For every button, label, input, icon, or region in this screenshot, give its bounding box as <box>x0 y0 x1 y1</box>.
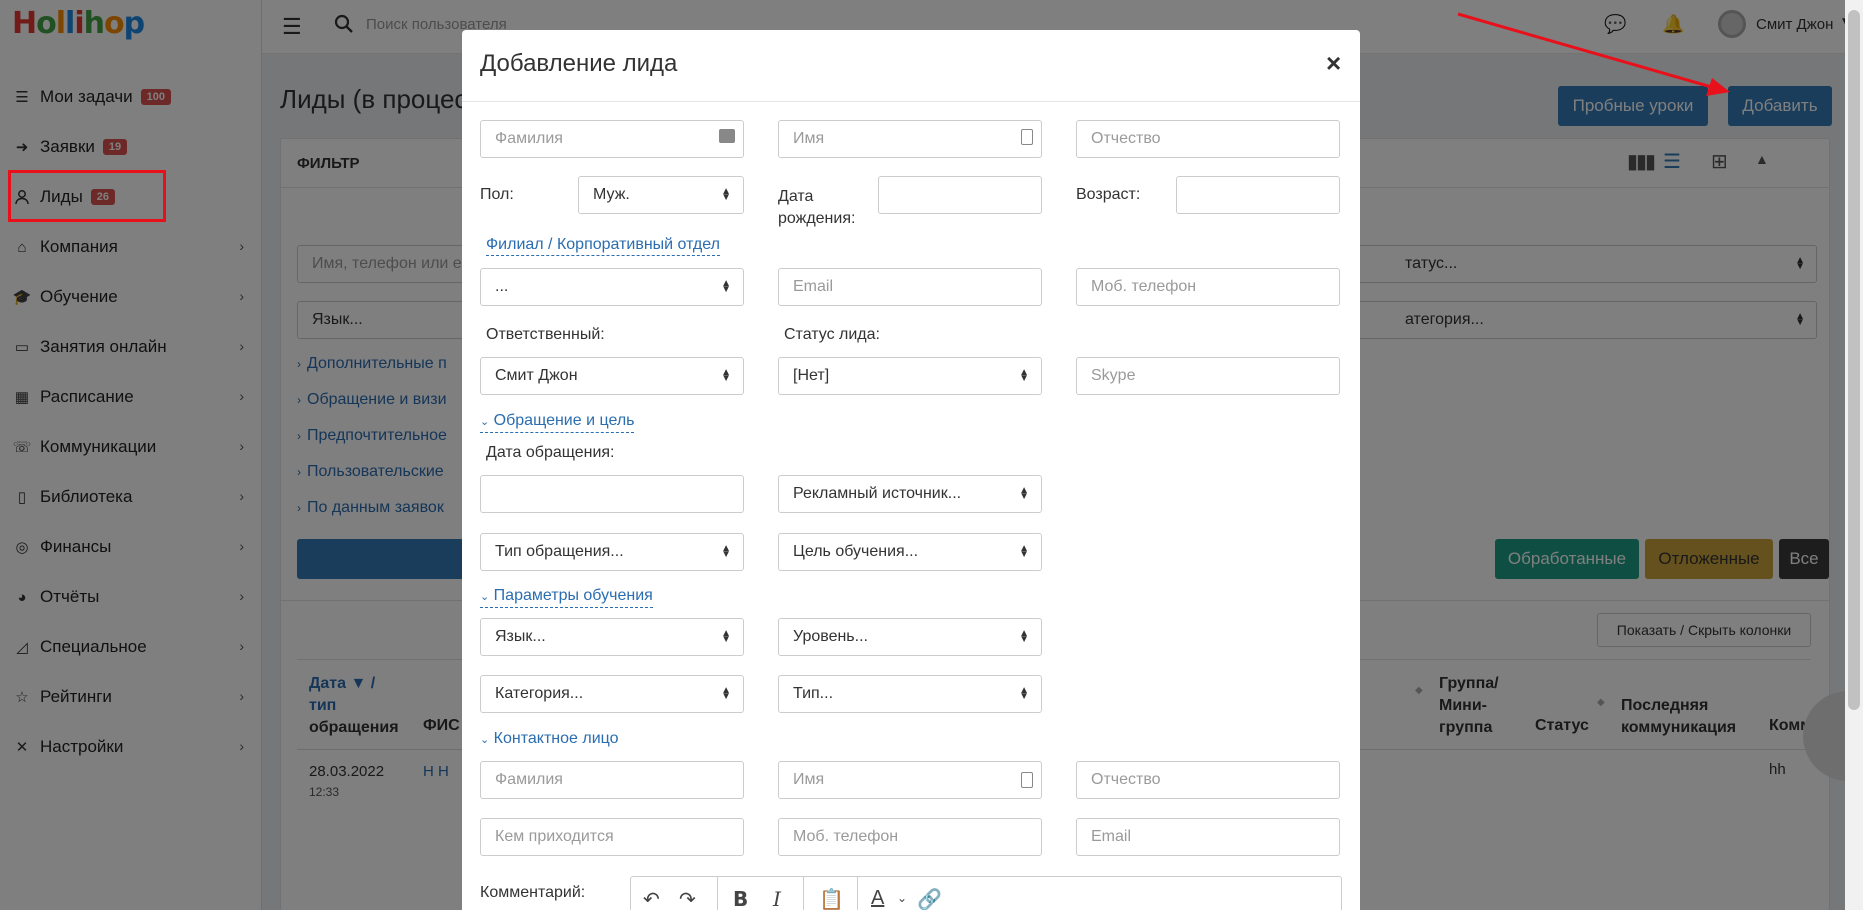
contact-mobile-placeholder: Моб. телефон <box>793 828 899 845</box>
chevron-down-icon[interactable]: ⌄ <box>897 891 907 905</box>
section-params-toggle[interactable]: ⌄ Параметры обучения <box>480 586 653 608</box>
level-select[interactable]: Уровень... ▲ ▼ <box>778 618 1042 656</box>
email-placeholder: Email <box>793 278 834 295</box>
comment-editor-toolbar: ↶ ↷ B I 📋 A ⌄ 🔗 <box>630 876 1342 910</box>
age-input[interactable] <box>1176 176 1340 214</box>
contact-patronymic-placeholder: Отчество <box>1091 771 1161 788</box>
scrollbar-thumb[interactable] <box>1848 10 1860 710</box>
toolbar-separator <box>857 877 858 910</box>
close-icon[interactable]: × <box>1326 48 1341 79</box>
branch-value: ... <box>495 278 509 295</box>
contact-surname-input[interactable]: Фамилия <box>480 761 744 799</box>
contact-surname-placeholder: Фамилия <box>495 771 563 788</box>
section-contact-label: Обращение и цель <box>493 412 635 429</box>
select-arrows-icon: ▲▼ <box>1019 543 1029 560</box>
gender-label: Пол: <box>480 186 514 203</box>
paste-icon[interactable]: 📋 <box>819 887 844 910</box>
branch-link[interactable]: Филиал / Корпоративный отдел <box>486 235 720 256</box>
toolbar-separator <box>803 877 804 910</box>
leads-highlight-annotation <box>8 170 166 222</box>
learning-goal-value: Цель обучения... <box>793 543 919 560</box>
name-input[interactable]: Имя <box>778 120 1042 158</box>
section-params-label: Параметры обучения <box>493 587 653 604</box>
select-arrows-icon: ▲▼ <box>721 628 731 645</box>
patronymic-placeholder: Отчество <box>1091 130 1161 147</box>
gender-value: Муж. <box>593 186 630 203</box>
age-label: Возраст: <box>1076 186 1141 203</box>
italic-icon[interactable]: I <box>773 887 781 910</box>
select-arrows-icon: ▲▼ <box>1019 367 1029 384</box>
contact-email-input[interactable]: Email <box>1076 818 1340 856</box>
contact-relation-input[interactable]: Кем приходится <box>480 818 744 856</box>
annotation-arrow <box>1457 12 1730 96</box>
contact-relation-placeholder: Кем приходится <box>495 828 614 845</box>
undo-icon[interactable]: ↶ <box>643 887 660 910</box>
surname-input[interactable]: Фамилия <box>480 120 744 158</box>
skype-input[interactable]: Skype <box>1076 357 1340 395</box>
text-color-icon[interactable]: A <box>871 887 884 910</box>
responsible-value: Смит Джон <box>495 367 578 384</box>
select-arrows-icon: ▲▼ <box>1019 485 1029 502</box>
level-value: Уровень... <box>793 628 868 645</box>
add-lead-modal: Добавление лида × Фамилия Имя Отчество П… <box>462 30 1360 910</box>
toolbar-separator <box>717 877 718 910</box>
patronymic-input[interactable]: Отчество <box>1076 120 1340 158</box>
ad-source-select[interactable]: Рекламный источник... ▲ ▼ <box>778 475 1042 513</box>
responsible-label: Ответственный: <box>486 326 605 343</box>
contact-name-input[interactable]: Имя <box>778 761 1042 799</box>
language-value: Язык... <box>495 628 546 645</box>
lead-status-label: Статус лида: <box>784 326 880 343</box>
select-arrows-icon: ▲▼ <box>1019 628 1029 645</box>
contact-name-placeholder: Имя <box>793 771 825 788</box>
modal-header: Добавление лида × <box>462 30 1360 102</box>
language-select[interactable]: Язык... ▲ ▼ <box>480 618 744 656</box>
ad-source-value: Рекламный источник... <box>793 485 962 502</box>
responsible-select[interactable]: Смит Джон ▲ ▼ <box>480 357 744 395</box>
select-arrows-icon: ▲▼ <box>721 367 731 384</box>
contact-email-placeholder: Email <box>1091 828 1132 845</box>
category-value: Категория... <box>495 685 584 702</box>
contact-card-icon[interactable] <box>1021 772 1033 788</box>
section-contact-toggle[interactable]: ⌄ Обращение и цель <box>480 411 635 433</box>
birth-date-input[interactable] <box>878 176 1042 214</box>
select-arrows-icon: ▲▼ <box>721 186 731 203</box>
category-select[interactable]: Категория... ▲ ▼ <box>480 675 744 713</box>
link-icon[interactable]: 🔗 <box>917 887 942 910</box>
birth-date-label: Дата рождения: <box>778 188 856 227</box>
contact-date-input[interactable] <box>480 475 744 513</box>
section-contact-person-label: Контактное лицо <box>493 730 619 747</box>
chevron-down-icon: ⌄ <box>480 734 490 746</box>
modal-title: Добавление лида <box>480 50 678 77</box>
lead-status-select[interactable]: [Нет] ▲ ▼ <box>778 357 1042 395</box>
chevron-down-icon: ⌄ <box>480 591 490 603</box>
comment-label: Комментарий: <box>480 884 586 901</box>
select-arrows-icon: ▲▼ <box>1019 685 1029 702</box>
learning-goal-select[interactable]: Цель обучения... ▲ ▼ <box>778 533 1042 571</box>
select-arrows-icon: ▲▼ <box>721 685 731 702</box>
select-arrows-icon: ▲▼ <box>721 543 731 560</box>
contact-date-label: Дата обращения: <box>486 444 615 461</box>
email-input[interactable]: Email <box>778 268 1042 306</box>
gender-select[interactable]: Муж. ▲ ▼ <box>578 176 744 214</box>
branch-select[interactable]: ... ▲ ▼ <box>480 268 744 306</box>
lead-status-value: [Нет] <box>793 367 830 384</box>
type-select[interactable]: Тип... ▲ ▼ <box>778 675 1042 713</box>
name-placeholder: Имя <box>793 130 825 147</box>
select-arrows-icon: ▲▼ <box>721 278 731 295</box>
surname-placeholder: Фамилия <box>495 130 563 147</box>
type-value: Тип... <box>793 685 834 702</box>
bold-icon[interactable]: B <box>733 887 748 910</box>
contact-type-value: Тип обращения... <box>495 543 624 560</box>
contact-card-icon[interactable] <box>1021 129 1033 145</box>
mobile-phone-placeholder: Моб. телефон <box>1091 278 1197 295</box>
contact-mobile-input[interactable]: Моб. телефон <box>778 818 1042 856</box>
contact-type-select[interactable]: Тип обращения... ▲ ▼ <box>480 533 744 571</box>
mobile-phone-input[interactable]: Моб. телефон <box>1076 268 1340 306</box>
contact-patronymic-input[interactable]: Отчество <box>1076 761 1340 799</box>
keyboard-icon[interactable] <box>719 129 735 143</box>
section-contact-person-toggle[interactable]: ⌄ Контактное лицо <box>480 729 619 750</box>
skype-placeholder: Skype <box>1091 367 1136 384</box>
chevron-down-icon: ⌄ <box>480 416 490 428</box>
redo-icon[interactable]: ↷ <box>679 887 696 910</box>
